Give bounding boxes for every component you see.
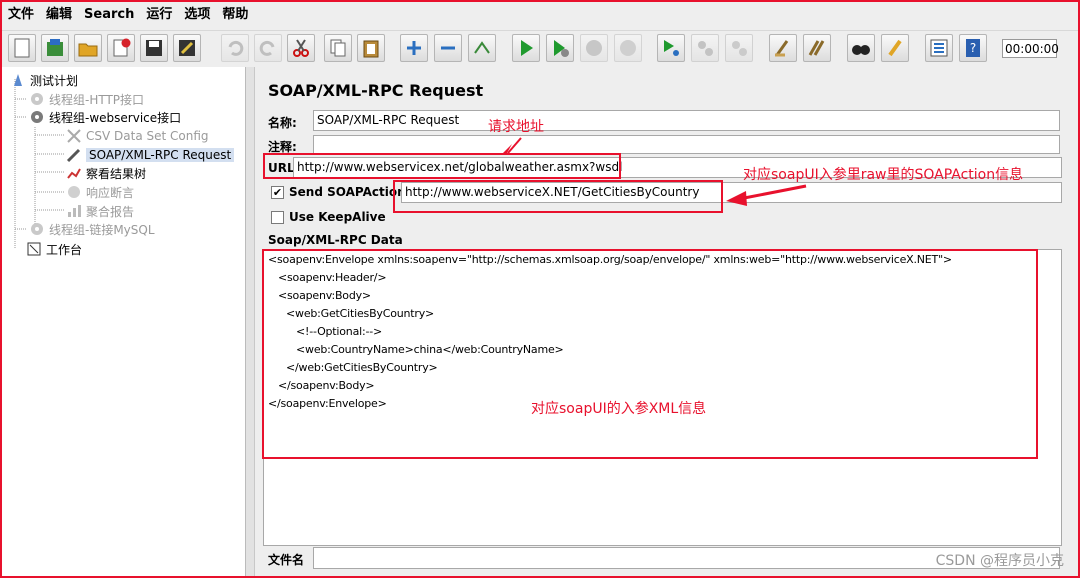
xml-annotation: 对应soapUI的入参XML信息 [531,401,707,417]
url-annotation: 请求地址 [488,119,544,135]
soapaction-annotation: 对应soapUI入参里raw里的SOAPAction信息 [743,167,1024,183]
window-frame: 文件 编辑 Search 运行 选项 帮助 ? 00:00:00 测试计划 线程… [0,0,1080,578]
annotation-arrows [501,137,807,206]
watermark: CSDN @程序员小克 [935,553,1064,569]
